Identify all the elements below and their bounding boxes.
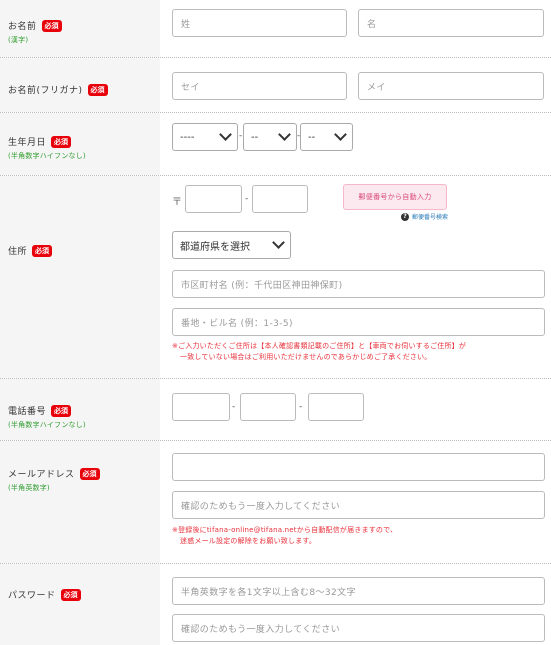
phone-second-input[interactable] (240, 393, 296, 421)
prefecture-select[interactable]: 都道府県を選択 (172, 231, 291, 259)
required-badge: 必須 (79, 467, 100, 480)
zip-search-link[interactable]: ? 郵便番号検索 (401, 212, 448, 221)
email-confirm-input[interactable]: 確認のためもう一度入力してください (172, 491, 545, 519)
address-note-line-1: ※ご入力いただくご住所は【本人確認書類記載のご住所】と【車両でお伺いするご住所】… (172, 342, 467, 350)
birth-month-select[interactable]: -- (243, 123, 297, 151)
first-name-input[interactable]: 名 (358, 9, 544, 37)
birth-year-value: ---- (180, 131, 195, 143)
birth-separator: - (239, 131, 243, 141)
first-name-kana-input[interactable]: メイ (358, 72, 544, 100)
prefecture-value: 都道府県を選択 (180, 241, 250, 253)
postal-mark-icon: 〒 (172, 197, 182, 208)
zip-code-first-input[interactable] (185, 185, 242, 213)
email-row: メールアドレス 必須 (半角英数字) 確認のためもう一度入力してください ※登録後… (0, 441, 551, 564)
last-name-kana-input[interactable]: セイ (172, 72, 347, 100)
name-row: お名前 必須 (漢字) 姓 名 (0, 0, 551, 58)
password-confirm-input[interactable]: 確認のためもう一度入力してください (172, 614, 545, 642)
chevron-down-icon (272, 236, 285, 249)
required-badge: 必須 (87, 83, 108, 96)
zip-search-link-label: 郵便番号検索 (412, 214, 449, 221)
zip-code-second-input[interactable] (252, 185, 308, 213)
required-badge: 必須 (51, 404, 72, 417)
required-badge: 必須 (60, 588, 81, 601)
birth-day-value: -- (308, 131, 316, 143)
address-note-line-2: 一致していない場合はご利用いただけませんのであらかじめご了承ください。 (180, 353, 432, 361)
birth-year-select[interactable]: ---- (172, 123, 238, 151)
phone-label-col: 電話番号 必須 (半角数字ハイフンなし) (0, 379, 160, 440)
phone-first-input[interactable] (172, 393, 230, 421)
chevron-down-icon (219, 128, 232, 141)
phone-third-input[interactable] (308, 393, 364, 421)
city-input[interactable]: 市区町村名 (例：千代田区神田神保町) (172, 270, 545, 298)
kana-label-col: お名前(フリガナ) 必須 (0, 58, 160, 112)
required-badge: 必須 (41, 19, 62, 32)
password-row: パスワード 必須 半角英数字を各1文字以上含む8〜32文字 確認のためもう一度入力… (0, 564, 551, 645)
birthdate-label: 生年月日 (8, 138, 47, 148)
birthdate-row: 生年月日 必須 (半角数字ハイフンなし) ---- - -- - -- (0, 113, 551, 176)
phone-label: 電話番号 (8, 407, 47, 417)
question-icon: ? (401, 212, 409, 221)
address-note: ※ご入力いただくご住所は【本人確認書類記載のご住所】と【車両でお伺いするご住所】… (172, 341, 547, 363)
email-label: メールアドレス (8, 470, 75, 480)
kana-label: お名前(フリガナ) (8, 86, 83, 96)
phone-sub-label: (半角数字ハイフンなし) (8, 421, 86, 429)
birth-day-select[interactable]: -- (300, 123, 353, 151)
chevron-down-icon (278, 128, 291, 141)
birthdate-label-col: 生年月日 必須 (半角数字ハイフンなし) (0, 113, 160, 175)
zip-autofill-button[interactable]: 郵便番号から自動入力 (343, 184, 447, 210)
phone-separator: - (299, 402, 303, 412)
last-name-input[interactable]: 姓 (172, 9, 347, 37)
kana-row: お名前(フリガナ) 必須 セイ メイ (0, 58, 551, 113)
street-input[interactable]: 番地・ビル名 (例：1-3-5) (172, 308, 545, 336)
chevron-down-icon (334, 128, 347, 141)
email-note-line-1: ※登録後にtifana-online@tifana.netから自動配信が届きます… (172, 526, 398, 534)
password-label: パスワード (8, 591, 56, 601)
email-note-line-2: 迷惑メール設定の解除をお願い致します。 (180, 537, 317, 545)
email-sub-label: (半角英数字) (8, 484, 50, 492)
address-row: 住所 必須 〒 - 郵便番号から自動入力 ? 郵便番号検索 都道府県を選択 市区町… (0, 176, 551, 379)
email-note: ※登録後にtifana-online@tifana.netから自動配信が届きます… (172, 525, 547, 547)
password-label-col: パスワード 必須 (0, 564, 160, 645)
address-label: 住所 (8, 247, 28, 257)
zip-separator: - (245, 194, 249, 204)
address-label-col: 住所 必須 (0, 176, 160, 378)
birth-month-value: -- (251, 131, 259, 143)
required-badge: 必須 (32, 244, 53, 257)
phone-row: 電話番号 必須 (半角数字ハイフンなし) - - (0, 379, 551, 441)
email-label-col: メールアドレス 必須 (半角英数字) (0, 441, 160, 563)
required-badge: 必須 (51, 135, 72, 148)
name-sub-label: (漢字) (8, 36, 29, 44)
name-label: お名前 (8, 22, 37, 32)
email-input[interactable] (172, 453, 545, 481)
name-label-col: お名前 必須 (漢字) (0, 0, 160, 57)
birthdate-sub-label: (半角数字ハイフンなし) (8, 152, 86, 160)
password-input[interactable]: 半角英数字を各1文字以上含む8〜32文字 (172, 577, 545, 605)
phone-separator: - (232, 402, 236, 412)
